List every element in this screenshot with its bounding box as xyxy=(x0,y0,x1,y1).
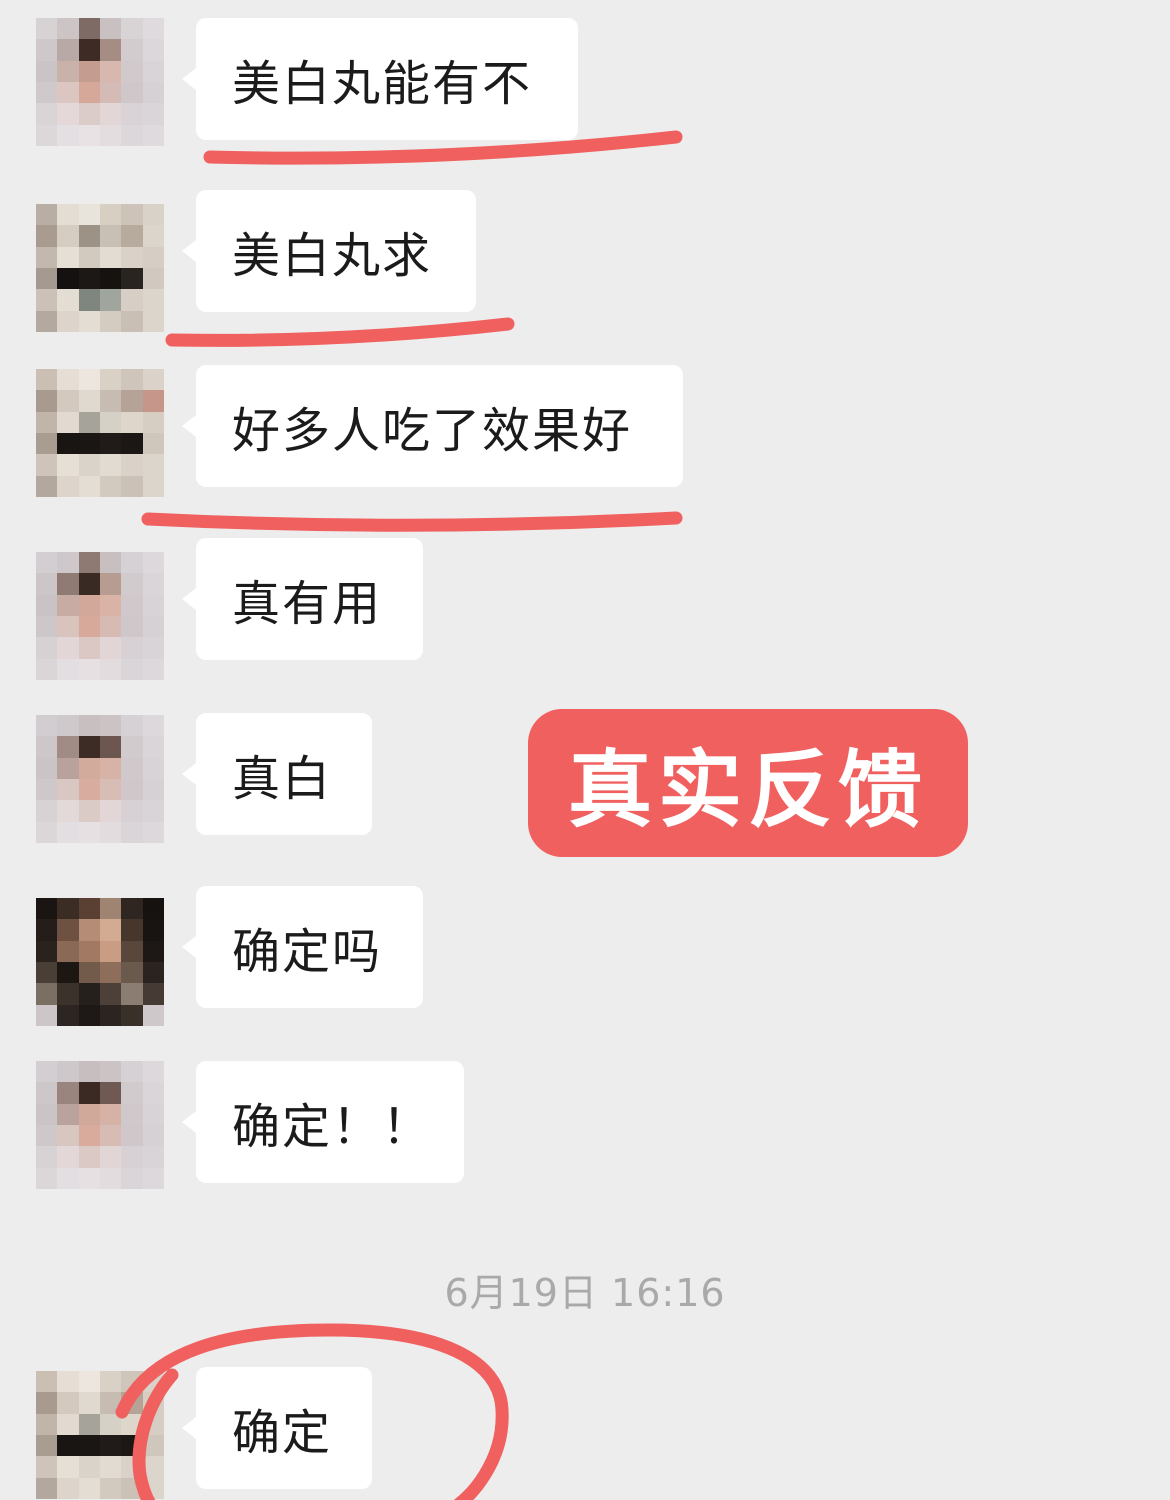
avatar[interactable] xyxy=(36,1371,164,1499)
message-bubble[interactable]: 真有用 xyxy=(182,538,423,660)
message-row: 美白丸能有不 xyxy=(0,18,1170,148)
message-bubble[interactable]: 美白丸求 xyxy=(182,190,476,312)
message-row: 确定 xyxy=(0,1367,1170,1499)
message-bubble[interactable]: 真白 xyxy=(182,713,372,835)
message-row: 美白丸求 xyxy=(0,190,1170,332)
message-bubble[interactable]: 确定吗 xyxy=(182,886,423,1008)
message-row: 好多人吃了效果好 xyxy=(0,365,1170,497)
timestamp: 6月19日 16:16 xyxy=(444,1271,726,1315)
message-bubble[interactable]: 确定！！ xyxy=(182,1061,464,1183)
message-bubble[interactable]: 好多人吃了效果好 xyxy=(182,365,683,487)
message-bubble[interactable]: 美白丸能有不 xyxy=(182,18,578,140)
avatar[interactable] xyxy=(36,204,164,332)
avatar[interactable] xyxy=(36,552,164,680)
underline-mark xyxy=(141,511,683,532)
avatar[interactable] xyxy=(36,1061,164,1189)
feedback-badge: 真实反馈 xyxy=(528,709,968,857)
avatar[interactable] xyxy=(36,18,164,146)
message-row: 确定吗 xyxy=(0,886,1170,1026)
avatar[interactable] xyxy=(36,715,164,843)
message-row: 真有用 xyxy=(0,538,1170,680)
chat-area[interactable]: 美白丸能有不 美白丸求 好多人吃了效果好 真有用 真白 确定吗 确定！！ 6月1… xyxy=(0,0,1170,1500)
avatar[interactable] xyxy=(36,898,164,1026)
message-bubble[interactable]: 确定 xyxy=(182,1367,372,1489)
message-row: 确定！！ xyxy=(0,1061,1170,1191)
underline-mark xyxy=(165,317,515,347)
avatar[interactable] xyxy=(36,369,164,497)
